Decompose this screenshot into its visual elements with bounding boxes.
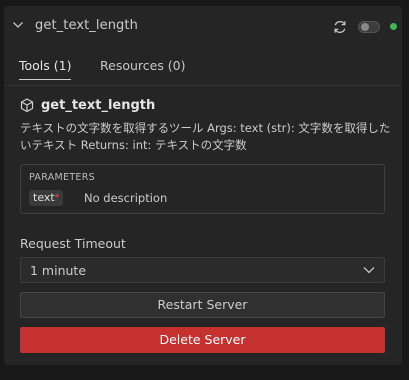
parameters-box: PARAMETERS text* No description bbox=[20, 164, 385, 214]
delete-server-button[interactable]: Delete Server bbox=[20, 327, 385, 353]
chevron-down-icon bbox=[363, 267, 375, 274]
tool-header: get_text_length bbox=[20, 96, 155, 114]
server-enable-toggle[interactable] bbox=[358, 21, 380, 33]
request-timeout-value: 1 minute bbox=[30, 263, 87, 278]
required-marker: * bbox=[54, 193, 60, 203]
tab-resources[interactable]: Resources (0) bbox=[100, 58, 186, 73]
parameters-title: PARAMETERS bbox=[29, 172, 95, 183]
status-indicator-dot bbox=[390, 23, 397, 30]
parameter-chip: text* bbox=[29, 190, 64, 206]
chevron-down-icon[interactable] bbox=[12, 20, 24, 30]
mcp-server-panel: get_text_length Tools (1) Resources (0) … bbox=[4, 6, 402, 365]
refresh-icon[interactable] bbox=[332, 19, 348, 35]
tool-name: get_text_length bbox=[41, 97, 156, 113]
tab-divider bbox=[4, 85, 402, 86]
tool-description: テキストの文字数を取得するツール Args: text (str): 文字数を取… bbox=[20, 121, 391, 152]
parameter-description: No description bbox=[84, 191, 168, 205]
request-timeout-select[interactable]: 1 minute bbox=[20, 257, 385, 283]
restart-server-button[interactable]: Restart Server bbox=[20, 292, 385, 318]
toggle-knob bbox=[361, 23, 369, 31]
server-name: get_text_length bbox=[35, 18, 138, 33]
tab-tools[interactable]: Tools (1) bbox=[19, 58, 72, 80]
request-timeout-label: Request Timeout bbox=[20, 236, 126, 251]
server-header[interactable]: get_text_length bbox=[4, 6, 402, 42]
parameter-name: text bbox=[33, 191, 55, 204]
cube-icon bbox=[20, 97, 34, 112]
